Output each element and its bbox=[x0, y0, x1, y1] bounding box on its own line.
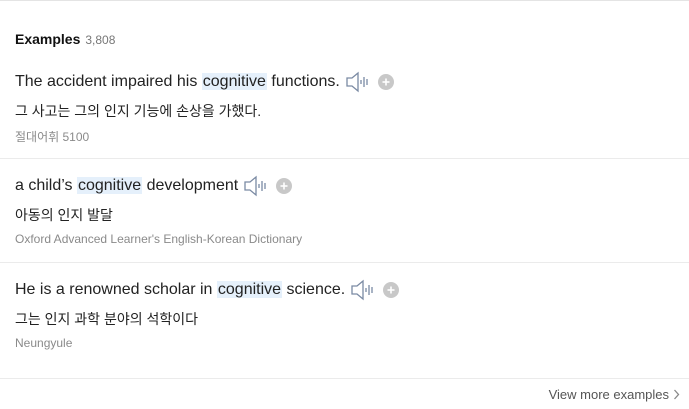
sentence-text: functions. bbox=[266, 73, 340, 90]
keyword-highlight[interactable]: cognitive bbox=[216, 281, 283, 298]
example-sentence-row: He is a renowned scholar in cognitive sc… bbox=[15, 279, 400, 301]
chevron-right-icon bbox=[674, 389, 680, 400]
sentence-text: science. bbox=[282, 281, 346, 298]
keyword-highlight[interactable]: cognitive bbox=[201, 73, 267, 90]
keyword-highlight[interactable]: cognitive bbox=[76, 177, 143, 194]
example-sentence-row: a child’s cognitive development bbox=[15, 175, 293, 197]
footer-divider bbox=[0, 378, 689, 379]
example-item: He is a renowned scholar in cognitive sc… bbox=[0, 263, 689, 367]
sentence-text: development bbox=[142, 177, 239, 194]
sentence-text: The accident impaired his bbox=[15, 73, 202, 90]
examples-list: The accident impaired his cognitive func… bbox=[0, 55, 689, 367]
plus-circle-icon[interactable] bbox=[383, 282, 400, 298]
speaker-icon[interactable] bbox=[346, 71, 370, 93]
example-item: The accident impaired his cognitive func… bbox=[0, 55, 689, 159]
example-source: 절대어휘 5100 bbox=[15, 130, 90, 144]
view-more-label: View more examples bbox=[548, 387, 669, 402]
example-translation: 그는 인지 과학 분야의 석학이다 bbox=[15, 311, 198, 327]
examples-count: 3,808 bbox=[85, 33, 116, 47]
top-divider bbox=[0, 0, 689, 1]
example-source[interactable]: Oxford Advanced Learner's English-Korean… bbox=[15, 232, 302, 246]
example-translation: 그 사고는 그의 인지 기능에 손상을 가했다. bbox=[15, 103, 262, 119]
example-sentence-row: The accident impaired his cognitive func… bbox=[15, 71, 394, 93]
example-sentence: a child’s cognitive development bbox=[15, 177, 238, 195]
example-item: a child’s cognitive development 아동의 인지 발… bbox=[0, 159, 689, 263]
speaker-icon[interactable] bbox=[351, 279, 375, 301]
sentence-text: He is a renowned scholar in bbox=[15, 281, 217, 298]
examples-header: Examples 3,808 bbox=[15, 31, 115, 47]
plus-circle-icon[interactable] bbox=[377, 74, 394, 90]
sentence-text: a child’s bbox=[15, 177, 77, 194]
view-more-examples-link[interactable]: View more examples bbox=[549, 387, 680, 402]
example-source[interactable]: Neungyule bbox=[15, 336, 72, 350]
examples-title: Examples bbox=[15, 31, 81, 47]
example-sentence: The accident impaired his cognitive func… bbox=[15, 73, 340, 91]
plus-circle-icon[interactable] bbox=[276, 178, 293, 194]
speaker-icon[interactable] bbox=[244, 175, 268, 197]
example-sentence: He is a renowned scholar in cognitive sc… bbox=[15, 281, 345, 299]
example-translation: 아동의 인지 발달 bbox=[15, 207, 113, 223]
